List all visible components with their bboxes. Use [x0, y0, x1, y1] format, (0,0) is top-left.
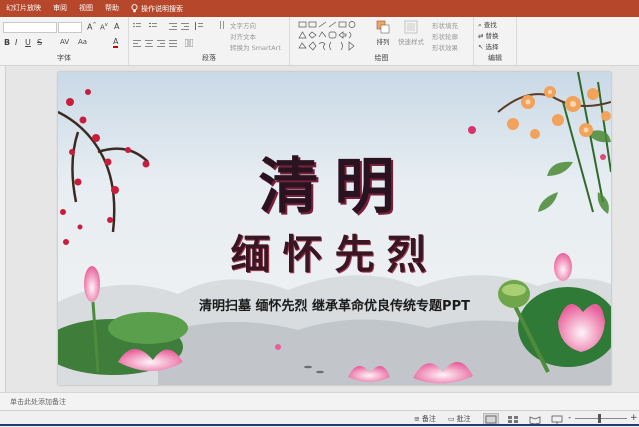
bold-icon[interactable]: B	[4, 38, 10, 47]
font-color-icon[interactable]: A	[113, 38, 119, 48]
arrange-button[interactable]: 排列	[372, 20, 394, 46]
align-text-label[interactable]: 对齐文本	[230, 31, 256, 41]
lightbulb-icon	[131, 4, 138, 13]
line-spacing-icon[interactable]	[195, 22, 203, 30]
notes-placeholder: 单击此处添加备注	[10, 398, 66, 406]
numbering-icon[interactable]	[149, 22, 157, 30]
find-label: 查找	[483, 21, 497, 29]
columns-icon[interactable]	[185, 39, 193, 47]
text-direction-icon	[220, 21, 224, 29]
grow-font-icon[interactable]: A^	[87, 22, 97, 32]
notes-pane[interactable]: 单击此处添加备注	[0, 392, 639, 410]
decrease-indent-icon[interactable]	[169, 22, 177, 30]
tab-help[interactable]: 帮助	[99, 0, 125, 17]
slide-title[interactable]: 清明	[58, 138, 611, 225]
notes-toggle-button[interactable]: ≡ 备注	[414, 414, 436, 424]
quick-styles-label: 快速样式	[398, 38, 424, 46]
select-button[interactable]: ↖ 选择	[478, 41, 499, 51]
tab-review[interactable]: 审阅	[47, 0, 73, 17]
drawing-group: 排列 快速样式 形状填充 形状轮廓 形状效果 绘图	[290, 17, 474, 65]
tell-me-label: 操作说明搜索	[141, 4, 183, 13]
shape-outline-label[interactable]: 形状轮廓	[432, 31, 458, 41]
clear-format-icon[interactable]: A	[114, 22, 119, 31]
arrange-label: 排列	[376, 38, 390, 46]
align-left-icon[interactable]	[133, 39, 141, 47]
font-name-combo[interactable]	[3, 22, 57, 33]
editing-group-label: 编辑	[488, 54, 502, 62]
shrink-font-icon[interactable]: Av	[100, 22, 108, 31]
zoom-slider-thumb[interactable]	[598, 414, 601, 423]
quick-styles-button[interactable]: 快速样式	[396, 20, 426, 46]
zoom-in-button[interactable]: +	[630, 413, 638, 423]
find-button[interactable]: ⌕ 查找	[478, 19, 497, 30]
tell-me-search[interactable]: 操作说明搜索	[131, 4, 183, 14]
comments-toggle-button[interactable]: ▭ 批注	[448, 414, 471, 424]
slide-subtitle-calligraphy[interactable]: 缅怀先烈	[58, 222, 611, 280]
shapes-gallery[interactable]	[298, 20, 358, 52]
editing-group: ⌕ 查找 ⇄ 替换 ↖ 选择 编辑	[474, 17, 517, 65]
char-spacing-icon[interactable]: AV	[60, 38, 69, 46]
strikethrough-icon[interactable]: S	[37, 38, 42, 47]
quick-styles-icon	[404, 20, 418, 34]
tab-view[interactable]: 视图	[73, 0, 99, 17]
slide-thumbnails-panel[interactable]	[0, 66, 6, 392]
smartart-label[interactable]: 转换为 SmartArt	[230, 42, 281, 52]
arrange-icon	[376, 20, 390, 34]
zoom-slider[interactable]	[575, 418, 627, 419]
ribbon: A^ Av A B I U S AV Aa A 字体 文字方向 对齐文本 转换为…	[0, 17, 639, 66]
font-size-combo[interactable]	[58, 22, 82, 33]
zoom-out-button[interactable]: -	[568, 413, 571, 423]
slide-canvas[interactable]: 清明 缅怀先烈 清明扫墓 缅怀先烈 继承革命优良传统专题PPT	[58, 72, 611, 385]
font-group: A^ Av A B I U S AV Aa A 字体	[0, 17, 129, 65]
justify-icon[interactable]	[169, 39, 177, 47]
bullets-icon[interactable]	[133, 22, 141, 30]
align-right-icon[interactable]	[157, 39, 165, 47]
font-group-label: 字体	[57, 54, 71, 62]
comments-toggle-label: 批注	[456, 415, 471, 423]
paragraph-group: 文字方向 对齐文本 转换为 SmartArt 段落	[129, 17, 290, 65]
increase-indent-icon[interactable]	[181, 22, 189, 30]
select-label: 选择	[485, 43, 499, 51]
select-arrow-icon: ↖	[478, 43, 484, 51]
search-icon: ⌕	[478, 21, 482, 29]
italic-icon[interactable]: I	[15, 38, 17, 47]
shape-effects-label[interactable]: 形状效果	[432, 42, 458, 52]
drawing-group-label: 绘图	[374, 54, 389, 62]
replace-label: 替换	[485, 32, 499, 40]
align-center-icon[interactable]	[145, 39, 153, 47]
menu-bar: 幻灯片放映 审阅 视图 帮助 操作说明搜索	[0, 0, 639, 17]
replace-icon: ⇄	[478, 32, 484, 40]
replace-button[interactable]: ⇄ 替换	[478, 30, 499, 40]
shape-fill-label[interactable]: 形状填充	[432, 20, 458, 30]
comment-icon: ▭	[448, 415, 455, 423]
underline-icon[interactable]: U	[25, 38, 31, 47]
tab-slideshow[interactable]: 幻灯片放映	[0, 0, 47, 17]
paragraph-group-label: 段落	[202, 54, 216, 62]
notes-toggle-label: 备注	[421, 415, 436, 423]
text-direction-label[interactable]: 文字方向	[230, 20, 256, 30]
notes-icon: ≡	[414, 415, 420, 423]
slide-caption[interactable]: 清明扫墓 缅怀先烈 继承革命优良传统专题PPT	[58, 295, 611, 314]
change-case-icon[interactable]: Aa	[78, 38, 87, 46]
